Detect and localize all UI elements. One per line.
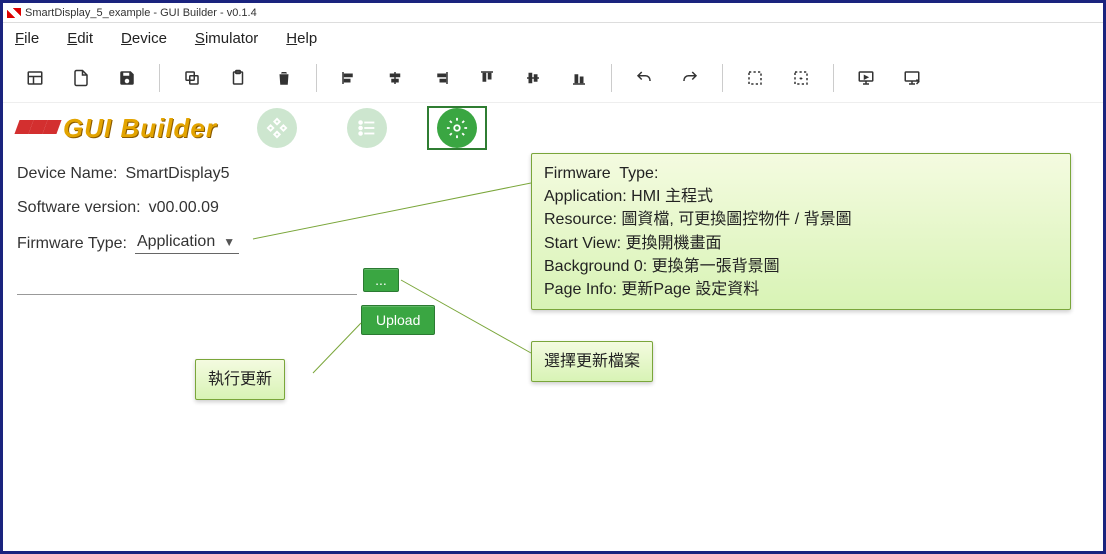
display-icon[interactable] [848, 60, 884, 96]
deploy-icon[interactable] [894, 60, 930, 96]
crop-icon[interactable] [783, 60, 819, 96]
align-center-h-icon[interactable] [377, 60, 413, 96]
software-version-value: v00.00.09 [149, 199, 219, 217]
align-left-icon[interactable] [331, 60, 367, 96]
menu-edit[interactable]: Edit [67, 30, 93, 47]
redo-icon[interactable] [672, 60, 708, 96]
copy-icon[interactable] [174, 60, 210, 96]
chevron-down-icon: ▼ [223, 235, 235, 249]
tab-design[interactable] [247, 106, 307, 150]
content-area: Device Name: SmartDisplay5 Software vers… [3, 153, 1103, 307]
tab-list[interactable] [337, 106, 397, 150]
align-top-icon[interactable] [469, 60, 505, 96]
logo-icon [17, 116, 57, 140]
separator [159, 64, 160, 92]
menubar: File Edit Device Simulator Help [3, 23, 1103, 53]
window-title: SmartDisplay_5_example - GUI Builder - v… [25, 7, 257, 19]
browse-button[interactable]: ... [363, 268, 399, 292]
menu-file[interactable]: File [15, 30, 39, 47]
device-name-value: SmartDisplay5 [125, 165, 229, 183]
separator [722, 64, 723, 92]
brand-text: GUI Builder [63, 113, 217, 144]
menu-device[interactable]: Device [121, 30, 167, 47]
device-name-label: Device Name: [17, 165, 117, 183]
app-window: SmartDisplay_5_example - GUI Builder - v… [0, 0, 1106, 554]
tab-settings[interactable] [427, 106, 487, 150]
brand-row: GUI Builder [3, 103, 1103, 153]
separator [833, 64, 834, 92]
selection-icon[interactable] [737, 60, 773, 96]
callout-select-file: 選擇更新檔案 [531, 341, 653, 382]
align-bottom-icon[interactable] [561, 60, 597, 96]
menu-simulator[interactable]: Simulator [195, 30, 258, 47]
toolbar [3, 53, 1103, 103]
callout-firmware-help: Firmware Type: Application: HMI 主程式 Reso… [531, 153, 1071, 310]
firmware-type-label: Firmware Type: [17, 235, 127, 253]
separator [611, 64, 612, 92]
software-version-label: Software version: [17, 199, 141, 217]
align-right-icon[interactable] [423, 60, 459, 96]
paste-icon[interactable] [220, 60, 256, 96]
separator [316, 64, 317, 92]
new-icon[interactable] [17, 60, 53, 96]
undo-icon[interactable] [626, 60, 662, 96]
upload-button[interactable]: Upload [361, 305, 435, 335]
open-icon[interactable] [63, 60, 99, 96]
delete-icon[interactable] [266, 60, 302, 96]
app-icon [7, 8, 21, 18]
menu-help[interactable]: Help [286, 30, 317, 47]
align-middle-icon[interactable] [515, 60, 551, 96]
divider [17, 294, 357, 295]
titlebar: SmartDisplay_5_example - GUI Builder - v… [3, 3, 1103, 23]
callout-run-update: 執行更新 [195, 359, 285, 400]
firmware-type-dropdown[interactable]: Application ▼ [135, 233, 239, 254]
firmware-type-value: Application [137, 233, 215, 251]
save-icon[interactable] [109, 60, 145, 96]
